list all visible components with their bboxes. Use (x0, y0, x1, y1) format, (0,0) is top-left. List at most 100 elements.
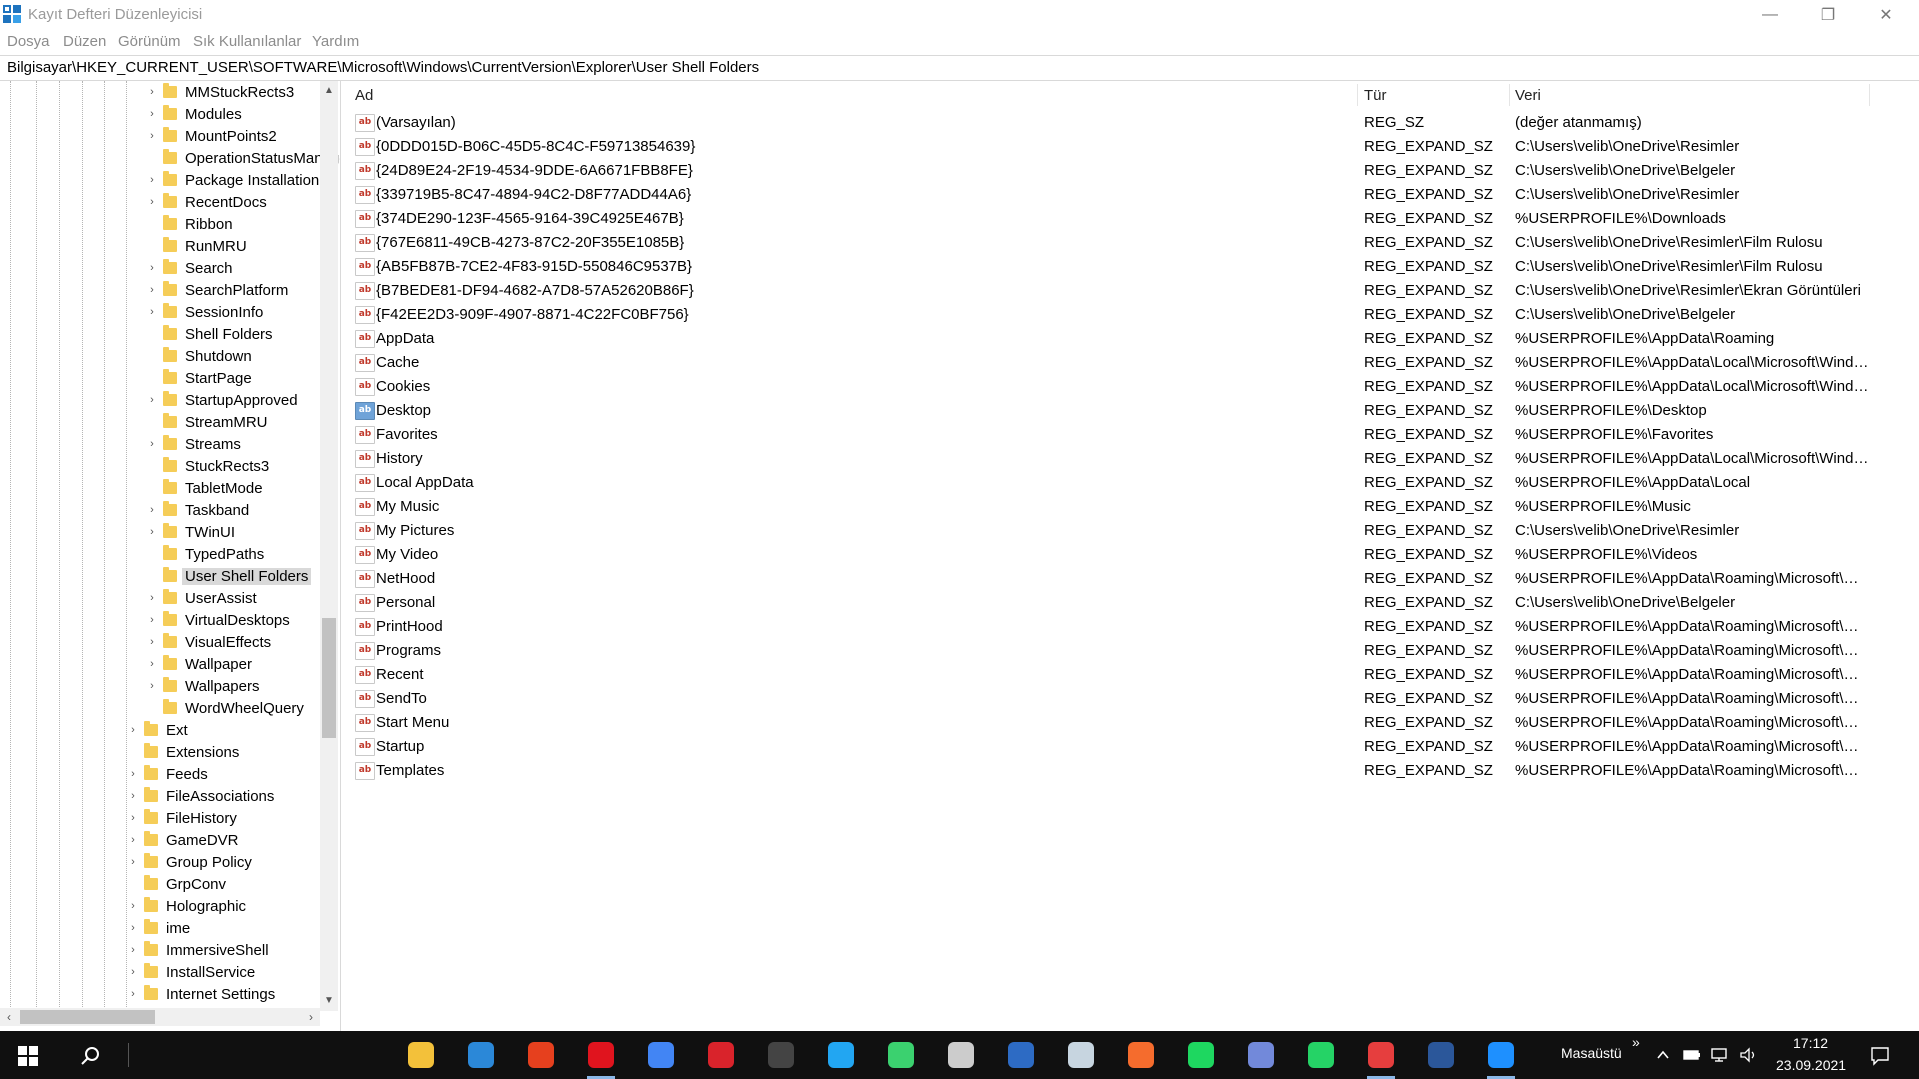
table-row[interactable]: ab {0DDD015D-B06C-45D5-8C4C-F59713854639}… (349, 135, 1909, 159)
opera-icon[interactable] (585, 1039, 617, 1079)
tree-item[interactable]: › FileHistory (126, 807, 237, 829)
tree-item[interactable]: › Feeds (126, 763, 208, 785)
expand-chevron-icon[interactable]: › (145, 306, 159, 318)
column-header-data[interactable]: Veri (1515, 87, 1541, 104)
regedit-icon[interactable] (1485, 1039, 1517, 1079)
tree-item[interactable]: › StartupApproved (145, 389, 298, 411)
table-row[interactable]: ab {24D89E24-2F19-4534-9DDE-6A6671FBB8FE}… (349, 159, 1909, 183)
terminal-icon[interactable] (945, 1039, 977, 1071)
tree-item[interactable]: › Internet Settings (126, 983, 275, 1005)
table-row[interactable]: ab Recent REG_EXPAND_SZ %USERPROFILE%\AppDa… (349, 663, 1909, 687)
network-icon[interactable] (1710, 1047, 1730, 1063)
tree-item[interactable]: Shell Folders (145, 323, 273, 345)
clock-time[interactable]: 17:12 (1793, 1035, 1828, 1051)
expand-chevron-icon[interactable]: › (145, 108, 159, 120)
expand-chevron-icon[interactable]: › (126, 900, 140, 912)
expand-chevron-icon[interactable]: › (126, 856, 140, 868)
tree-horizontal-scrollbar[interactable]: ‹ › (0, 1008, 320, 1026)
tree-item[interactable]: › Package Installation (145, 169, 319, 191)
table-row[interactable]: ab Startup REG_EXPAND_SZ %USERPROFILE%\AppD… (349, 735, 1909, 759)
table-row[interactable]: ab History REG_EXPAND_SZ %USERPROFILE%\AppD… (349, 447, 1909, 471)
tree-item[interactable]: OperationStatusManager (145, 147, 340, 169)
scroll-right-arrow-icon[interactable]: › (302, 1008, 320, 1026)
expand-chevron-icon[interactable]: › (145, 614, 159, 626)
tree-item[interactable]: › Wallpapers (145, 675, 259, 697)
table-row[interactable]: ab Programs REG_EXPAND_SZ %USERPROFILE%\App… (349, 639, 1909, 663)
tree-item[interactable]: › Holographic (126, 895, 246, 917)
table-row[interactable]: ab Cookies REG_EXPAND_SZ %USERPROFILE%\AppD… (349, 375, 1909, 399)
search-icon[interactable] (80, 1046, 100, 1066)
table-row[interactable]: ab Cache REG_EXPAND_SZ %USERPROFILE%\AppDat… (349, 351, 1909, 375)
notification-icon[interactable] (1870, 1046, 1890, 1066)
column-separator[interactable] (1357, 84, 1358, 106)
app-active-icon[interactable] (1365, 1039, 1397, 1079)
tree-scroll-thumb[interactable] (322, 618, 336, 738)
tree-item[interactable]: StartPage (145, 367, 252, 389)
tree-item[interactable]: TabletMode (145, 477, 263, 499)
column-header-name[interactable]: Ad (355, 87, 373, 104)
tree-item[interactable]: › SearchPlatform (145, 279, 288, 301)
tree-item[interactable]: › RecentDocs (145, 191, 267, 213)
expand-chevron-icon[interactable]: › (145, 438, 159, 450)
whatsapp-icon[interactable] (1305, 1039, 1337, 1071)
tree-item[interactable]: › UserAssist (145, 587, 257, 609)
expand-chevron-icon[interactable]: › (145, 592, 159, 604)
menu-yardim[interactable]: Yardım (312, 33, 359, 50)
table-row[interactable]: ab PrintHood REG_EXPAND_SZ %USERPROFILE%\Ap… (349, 615, 1909, 639)
powershell-icon[interactable] (1005, 1039, 1037, 1071)
tree-vertical-scrollbar[interactable]: ▲ ▼ (320, 81, 338, 1011)
scroll-up-arrow-icon[interactable]: ▲ (320, 81, 338, 101)
tree-hscroll-thumb[interactable] (20, 1010, 155, 1024)
expand-chevron-icon[interactable]: › (126, 790, 140, 802)
tree-item[interactable]: › Ext (126, 719, 188, 741)
scroll-down-arrow-icon[interactable]: ▼ (320, 991, 338, 1011)
cleaner-icon[interactable] (885, 1039, 917, 1071)
spotify-icon[interactable] (1185, 1039, 1217, 1071)
tree-item[interactable]: › Streams (145, 433, 241, 455)
tree-item[interactable]: › SessionInfo (145, 301, 263, 323)
expand-chevron-icon[interactable]: › (126, 966, 140, 978)
tree-item[interactable]: › FileAssociations (126, 785, 274, 807)
expand-chevron-icon[interactable]: › (145, 680, 159, 692)
expand-chevron-icon[interactable]: › (145, 284, 159, 296)
address-bar[interactable]: Bilgisayar\HKEY_CURRENT_USER\SOFTWARE\Mi… (0, 55, 1919, 81)
tree-item[interactable]: WordWheelQuery (145, 697, 304, 719)
table-row[interactable]: ab My Pictures REG_EXPAND_SZ C:\Users\velib… (349, 519, 1909, 543)
tree-item[interactable]: › VisualEffects (145, 631, 271, 653)
steam-icon[interactable] (1065, 1039, 1097, 1071)
table-row[interactable]: ab SendTo REG_EXPAND_SZ %USERPROFILE%\AppDa… (349, 687, 1909, 711)
menu-sik-kullanilanlar[interactable]: Sık Kullanılanlar (193, 33, 301, 50)
file-explorer-icon[interactable] (405, 1039, 437, 1071)
table-row[interactable]: ab My Music REG_EXPAND_SZ %USERPROFILE%\Mus… (349, 495, 1909, 519)
expand-chevron-icon[interactable]: › (126, 724, 140, 736)
expand-chevron-icon[interactable]: › (145, 394, 159, 406)
desktop-label[interactable]: Masaüstü (1561, 1045, 1622, 1061)
mail-icon[interactable] (465, 1039, 497, 1071)
discord-icon[interactable] (1245, 1039, 1277, 1071)
tree-item[interactable]: › InstallService (126, 961, 255, 983)
volume-icon[interactable] (1739, 1047, 1759, 1063)
menu-gorunum[interactable]: Görünüm (118, 33, 181, 50)
windows-start-icon[interactable] (18, 1046, 38, 1066)
office-icon[interactable] (525, 1039, 557, 1071)
expand-chevron-icon[interactable]: › (145, 174, 159, 186)
tree-item[interactable]: › GameDVR (126, 829, 239, 851)
table-row[interactable]: ab AppData REG_EXPAND_SZ %USERPROFILE%\AppD… (349, 327, 1909, 351)
tree-item[interactable]: › TWinUI (145, 521, 235, 543)
tree-item[interactable]: › Search (145, 257, 233, 279)
word-icon[interactable] (1425, 1039, 1457, 1071)
tree-item[interactable]: › Taskband (145, 499, 249, 521)
table-row[interactable]: ab {F42EE2D3-909F-4907-8871-4C22FC0BF756}… (349, 303, 1909, 327)
table-row[interactable]: ab Templates REG_EXPAND_SZ %USERPROFILE%\Ap… (349, 759, 1909, 783)
tree-item[interactable]: › ime (126, 917, 190, 939)
battery-icon[interactable] (1683, 1048, 1701, 1062)
expand-chevron-icon[interactable]: › (126, 768, 140, 780)
tree-item[interactable]: › Group Policy (126, 851, 252, 873)
expand-chevron-icon[interactable]: › (126, 834, 140, 846)
tree-item[interactable]: User Shell Folders (145, 565, 312, 587)
table-row[interactable]: ab {374DE290-123F-4565-9164-39C4925E467B}… (349, 207, 1909, 231)
table-row[interactable]: ab {339719B5-8C47-4894-94C2-D8F77ADD44A6}… (349, 183, 1909, 207)
tree-item[interactable]: TypedPaths (145, 543, 264, 565)
clock-date[interactable]: 23.09.2021 (1776, 1057, 1846, 1073)
expand-chevron-icon[interactable]: › (126, 944, 140, 956)
